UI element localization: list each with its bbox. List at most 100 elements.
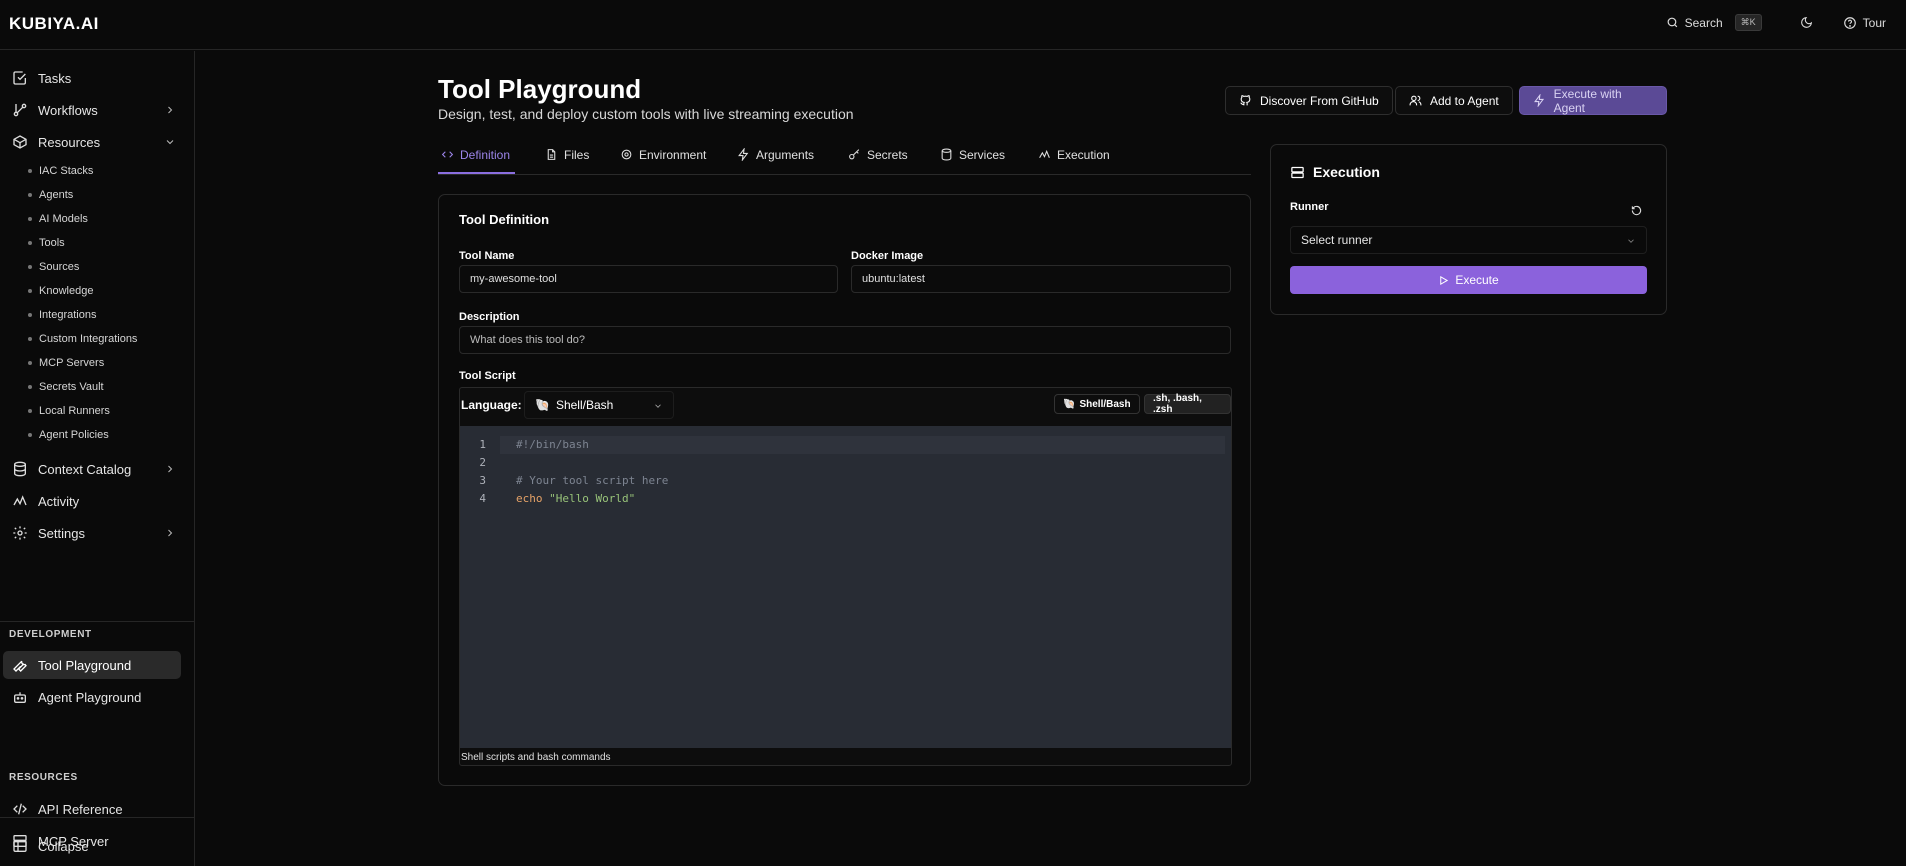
zap-icon: [738, 148, 749, 161]
sidebar-item-resources[interactable]: Resources: [12, 130, 180, 154]
code-icon: [441, 151, 454, 158]
app-logo[interactable]: KUBIYA.AI: [9, 14, 99, 34]
sidebar-subitem-local-runners[interactable]: Local Runners: [28, 405, 110, 417]
tab-files[interactable]: Files: [545, 148, 589, 174]
wrench-icon: [13, 660, 27, 672]
sidebar-item-label: Resources: [38, 134, 101, 150]
sidebar-item-context-catalog[interactable]: Context Catalog: [12, 457, 180, 481]
sidebar-item-settings[interactable]: Settings: [12, 521, 180, 545]
code-editor: Language: 🐚 Shell/Bash 🐚 Shell/Bash .sh,…: [459, 387, 1232, 766]
discover-github-button[interactable]: Discover From GitHub: [1225, 86, 1393, 115]
tab-label: Execution: [1057, 148, 1110, 162]
sidebar-subitem-integrations[interactable]: Integrations: [28, 309, 96, 321]
shell-icon: 🐚: [1063, 398, 1076, 410]
tab-label: Definition: [460, 148, 511, 162]
tour-button[interactable]: Tour: [1843, 16, 1886, 30]
execution-card: Execution Runner Select runner Execute: [1270, 144, 1667, 315]
chevron-down-icon: [655, 404, 661, 408]
collapse-button[interactable]: Collapse: [12, 834, 180, 858]
collapse-label: Collapse: [38, 838, 89, 854]
sidebar-item-agent-playground[interactable]: Agent Playground: [12, 685, 180, 709]
file-icon: [547, 149, 556, 160]
code-area[interactable]: 1 #!/bin/bash 2 3 # Your tool script her…: [460, 426, 1231, 748]
runner-placeholder: Select runner: [1301, 233, 1373, 247]
sidebar-item-label: Workflows: [38, 102, 98, 118]
users-icon: [1409, 95, 1422, 106]
code-line: 2: [460, 454, 1231, 472]
database-icon: [941, 148, 952, 161]
subitem-label: Agents: [39, 189, 74, 201]
editor-toolbar: Language: 🐚 Shell/Bash 🐚 Shell/Bash .sh,…: [460, 388, 1231, 424]
sidebar-item-label: Settings: [38, 525, 85, 541]
chevron-right-icon: [168, 465, 173, 473]
help-circle-icon: [1843, 16, 1856, 29]
bullet-icon: [28, 433, 32, 437]
page-subtitle: Design, test, and deploy custom tools wi…: [438, 106, 854, 122]
sidebar-subitem-sources[interactable]: Sources: [28, 261, 79, 273]
activity-icon: [13, 495, 27, 506]
bullet-icon: [28, 193, 32, 197]
line-number: 1: [479, 438, 486, 451]
subitem-label: Custom Integrations: [39, 333, 138, 345]
sidebar-subitem-tools[interactable]: Tools: [28, 237, 65, 249]
tab-secrets[interactable]: Secrets: [848, 148, 908, 174]
sidebar-item-activity[interactable]: Activity: [12, 489, 180, 513]
tab-definition[interactable]: Definition: [441, 148, 510, 174]
active-tab-indicator: [438, 172, 515, 174]
language-label: Language:: [461, 398, 522, 412]
development-section-title: DEVELOPMENT: [9, 629, 92, 640]
language-value: Shell/Bash: [555, 398, 614, 412]
sidebar-subitem-custom-integrations[interactable]: Custom Integrations: [28, 333, 137, 345]
sidebar-item-label: Tool Playground: [38, 657, 132, 673]
sidebar-item-workflows[interactable]: Workflows: [12, 98, 180, 122]
execute-with-agent-button[interactable]: Execute with Agent: [1519, 86, 1667, 115]
language-select[interactable]: 🐚 Shell/Bash: [524, 391, 674, 419]
workflow-icon: [13, 103, 27, 117]
sidebar-item-tasks[interactable]: Tasks: [12, 66, 180, 90]
bullet-icon: [28, 409, 32, 413]
tab-execution[interactable]: Execution: [1038, 148, 1110, 174]
search-button[interactable]: Search ⌘K: [1666, 14, 1762, 31]
code-line: 4 echo "Hello World": [460, 490, 1231, 508]
sidebar-item-tool-playground[interactable]: Tool Playground: [12, 653, 180, 677]
refresh-icon[interactable]: [1631, 205, 1642, 216]
play-icon: [1440, 275, 1449, 285]
sidebar-subitem-secrets-vault[interactable]: Secrets Vault: [28, 381, 104, 393]
docker-image-input[interactable]: [851, 265, 1231, 293]
theme-toggle-button[interactable]: [1800, 16, 1813, 29]
check-square-icon: [13, 71, 26, 85]
tour-label: Tour: [1862, 15, 1886, 30]
code-keyword: echo: [516, 492, 543, 505]
execute-button[interactable]: Execute: [1290, 266, 1647, 294]
extensions-badge: .sh, .bash, .zsh: [1144, 393, 1231, 415]
sidebar-divider: [0, 621, 195, 622]
language-badge: 🐚 Shell/Bash: [1054, 394, 1140, 414]
bullet-icon: [28, 289, 32, 293]
subitem-label: Sources: [39, 261, 80, 273]
description-input[interactable]: [459, 326, 1231, 354]
bullet-icon: [28, 241, 32, 245]
code-text: #!/bin/bash: [516, 438, 589, 451]
sidebar-subitem-ai-models[interactable]: AI Models: [28, 213, 88, 225]
server-icon: [1291, 166, 1304, 178]
tab-arguments[interactable]: Arguments: [737, 148, 814, 174]
tab-services[interactable]: Services: [940, 148, 1005, 174]
tab-environment[interactable]: Environment: [620, 148, 706, 174]
sidebar-subitem-iac-stacks[interactable]: IAC Stacks: [28, 165, 93, 177]
runner-select[interactable]: Select runner: [1290, 226, 1647, 254]
sidebar-item-label: Agent Playground: [38, 689, 142, 705]
add-to-agent-button[interactable]: Add to Agent: [1395, 86, 1513, 115]
bullet-icon: [28, 169, 32, 173]
sidebar-subitem-agent-policies[interactable]: Agent Policies: [28, 429, 109, 441]
code-string: "Hello World": [549, 492, 636, 505]
sidebar-subitem-mcp-servers[interactable]: MCP Servers: [28, 357, 104, 369]
tool-script-label: Tool Script: [459, 370, 516, 382]
line-number: 3: [479, 474, 486, 487]
sidebar-subitem-knowledge[interactable]: Knowledge: [28, 285, 93, 297]
resources-section-title: RESOURCES: [9, 772, 78, 783]
bullet-icon: [28, 313, 32, 317]
shell-icon: 🐚: [535, 398, 550, 412]
gear-icon: [621, 149, 632, 160]
tool-name-input[interactable]: [459, 265, 838, 293]
sidebar-subitem-agents[interactable]: Agents: [28, 189, 73, 201]
